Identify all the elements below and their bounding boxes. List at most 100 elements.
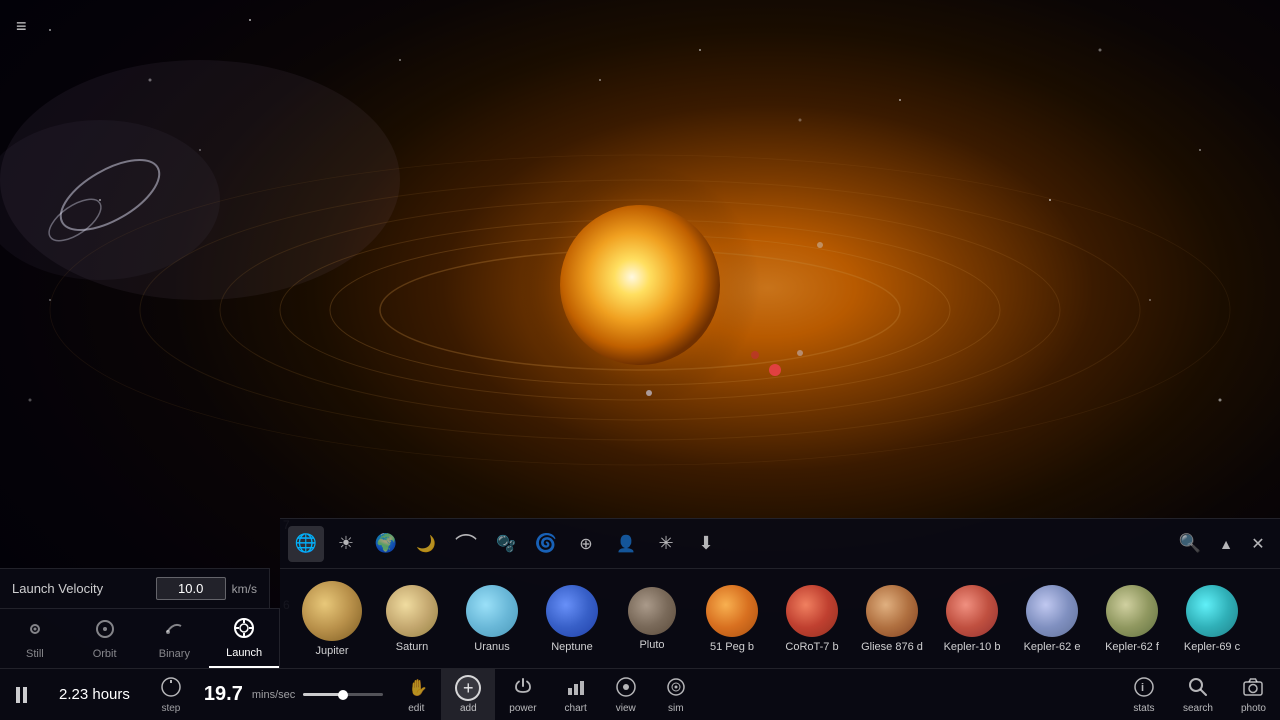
planet-card-51-peg-b[interactable]: 51 Peg b (692, 581, 772, 657)
still-icon (24, 618, 46, 644)
binary-label: Binary (159, 648, 190, 660)
filter-person[interactable]: 👤 (608, 526, 644, 562)
power-icon (512, 676, 534, 701)
planet-card-uranus[interactable]: Uranus (452, 581, 532, 657)
photo-label: photo (1241, 703, 1266, 714)
planet-name-5: 51 Peg b (710, 641, 754, 653)
planet-card-corot-7-b[interactable]: CoRoT-7 b (772, 581, 852, 657)
filter-down[interactable]: ⬇ (688, 526, 724, 562)
planet-image-7 (866, 585, 918, 637)
power-button[interactable]: power (495, 669, 550, 720)
orbit-icon (94, 618, 116, 644)
planet-image-10 (1106, 585, 1158, 637)
planet-name-10: Kepler-62 f (1105, 641, 1159, 653)
add-button[interactable]: + add (441, 669, 495, 720)
add-label: add (460, 703, 477, 714)
edit-label: edit (408, 703, 424, 714)
planet-card-jupiter[interactable]: Jupiter (292, 577, 372, 661)
planet-image-11 (1186, 585, 1238, 637)
planet-name-4: Pluto (639, 639, 664, 651)
bottom-controls-bar: 2.23 hours edit step 19.7 mins/sec ✋ edi… (0, 668, 1280, 720)
photo-icon (1242, 676, 1264, 701)
chart-label: chart (565, 703, 587, 714)
sim-button[interactable]: sim (651, 669, 701, 720)
planet-image-6 (786, 585, 838, 637)
launch-velocity-unit: km/s (232, 582, 257, 596)
photo-button[interactable]: photo (1227, 669, 1280, 720)
pause-icon (16, 687, 27, 703)
still-label: Still (26, 648, 44, 660)
menu-button[interactable]: ≡ (16, 16, 27, 37)
planet-image-3 (546, 585, 598, 637)
planet-card-neptune[interactable]: Neptune (532, 581, 612, 657)
sim-icon (665, 676, 687, 701)
planet-image-2 (466, 585, 518, 637)
filter-sat[interactable]: ⊕ (568, 526, 604, 562)
search-label: search (1183, 703, 1213, 714)
launch-velocity-input[interactable] (156, 577, 226, 600)
binary-icon (163, 618, 185, 644)
filter-moon[interactable]: 🌙 (408, 526, 444, 562)
step-icon (160, 676, 182, 701)
planet-selector-panel: Jupiter Saturn Uranus Neptune Pluto 51 Peg b C… (280, 568, 1280, 668)
filter-earth[interactable]: 🌍 (368, 526, 404, 562)
planet-list: Jupiter Saturn Uranus Neptune Pluto 51 Peg b C… (280, 569, 1280, 668)
filter-sun[interactable]: ☀ (328, 526, 364, 562)
step-label-text: step (161, 703, 180, 714)
planet-card-pluto[interactable]: Pluto (612, 583, 692, 655)
planet-image-9 (1026, 585, 1078, 637)
sim-label: sim (668, 703, 684, 714)
view-button[interactable]: view (601, 669, 651, 720)
planet-name-2: Uranus (474, 641, 509, 653)
chart-button[interactable]: chart (551, 669, 601, 720)
search-button[interactable]: search (1169, 669, 1227, 720)
step-button[interactable]: edit step (146, 669, 196, 720)
mode-tab-orbit[interactable]: Orbit (70, 609, 140, 668)
chart-icon (565, 676, 587, 701)
pause-button[interactable] (0, 687, 43, 703)
mode-tab-launch[interactable]: Launch (209, 609, 279, 668)
launch-label: Launch (226, 647, 262, 659)
planet-name-1: Saturn (396, 641, 428, 653)
mode-tab-binary[interactable]: Binary (140, 609, 210, 668)
edit-icon: ✋ (405, 676, 427, 701)
orbit-label: Orbit (93, 648, 117, 660)
planet-image-1 (386, 585, 438, 637)
planet-card-gliese-876-d[interactable]: Gliese 876 d (852, 581, 932, 657)
stats-icon: i (1133, 676, 1155, 701)
search-icon (1187, 676, 1209, 701)
filter-collapse-btn[interactable]: ▲ (1212, 530, 1240, 558)
filter-search-icon[interactable]: 🔍 (1172, 526, 1208, 562)
launch-velocity-panel: Launch Velocity km/s (0, 568, 270, 608)
planet-card-saturn[interactable]: Saturn (372, 581, 452, 657)
speed-value: 19.7 (204, 683, 244, 706)
stats-button[interactable]: i stats (1119, 669, 1169, 720)
filter-solar[interactable]: 🌐 (288, 526, 324, 562)
speed-section: 19.7 mins/sec (196, 683, 391, 706)
time-display: 2.23 hours (43, 686, 146, 703)
view-label: view (616, 703, 636, 714)
planet-image-0 (302, 581, 362, 641)
view-icon (615, 676, 637, 701)
mode-tabs: Still Orbit Binary Launch (0, 608, 280, 668)
edit-button[interactable]: ✋ edit (391, 669, 441, 720)
filter-spiral[interactable]: 🌀 (528, 526, 564, 562)
planet-image-5 (706, 585, 758, 637)
launch-icon (233, 617, 255, 643)
filter-nebula[interactable]: 🫧 (488, 526, 524, 562)
filter-comet[interactable]: ⌒ (448, 526, 484, 562)
filter-close-btn[interactable]: ✕ (1244, 530, 1272, 558)
planet-card-kepler-10-b[interactable]: Kepler-10 b (932, 581, 1012, 657)
filter-atom[interactable]: ✳ (648, 526, 684, 562)
mode-tab-still[interactable]: Still (0, 609, 70, 668)
add-icon: + (455, 675, 481, 701)
planet-name-0: Jupiter (315, 645, 348, 657)
speed-slider[interactable] (303, 693, 383, 696)
launch-velocity-label: Launch Velocity (12, 581, 156, 596)
planet-card-kepler-62-e[interactable]: Kepler-62 e (1012, 581, 1092, 657)
planet-card-kepler-69-c[interactable]: Kepler-69 c (1172, 581, 1252, 657)
planet-name-7: Gliese 876 d (861, 641, 923, 653)
planet-card-kepler-62-f[interactable]: Kepler-62 f (1092, 581, 1172, 657)
planet-name-3: Neptune (551, 641, 593, 653)
stats-label: stats (1133, 703, 1154, 714)
